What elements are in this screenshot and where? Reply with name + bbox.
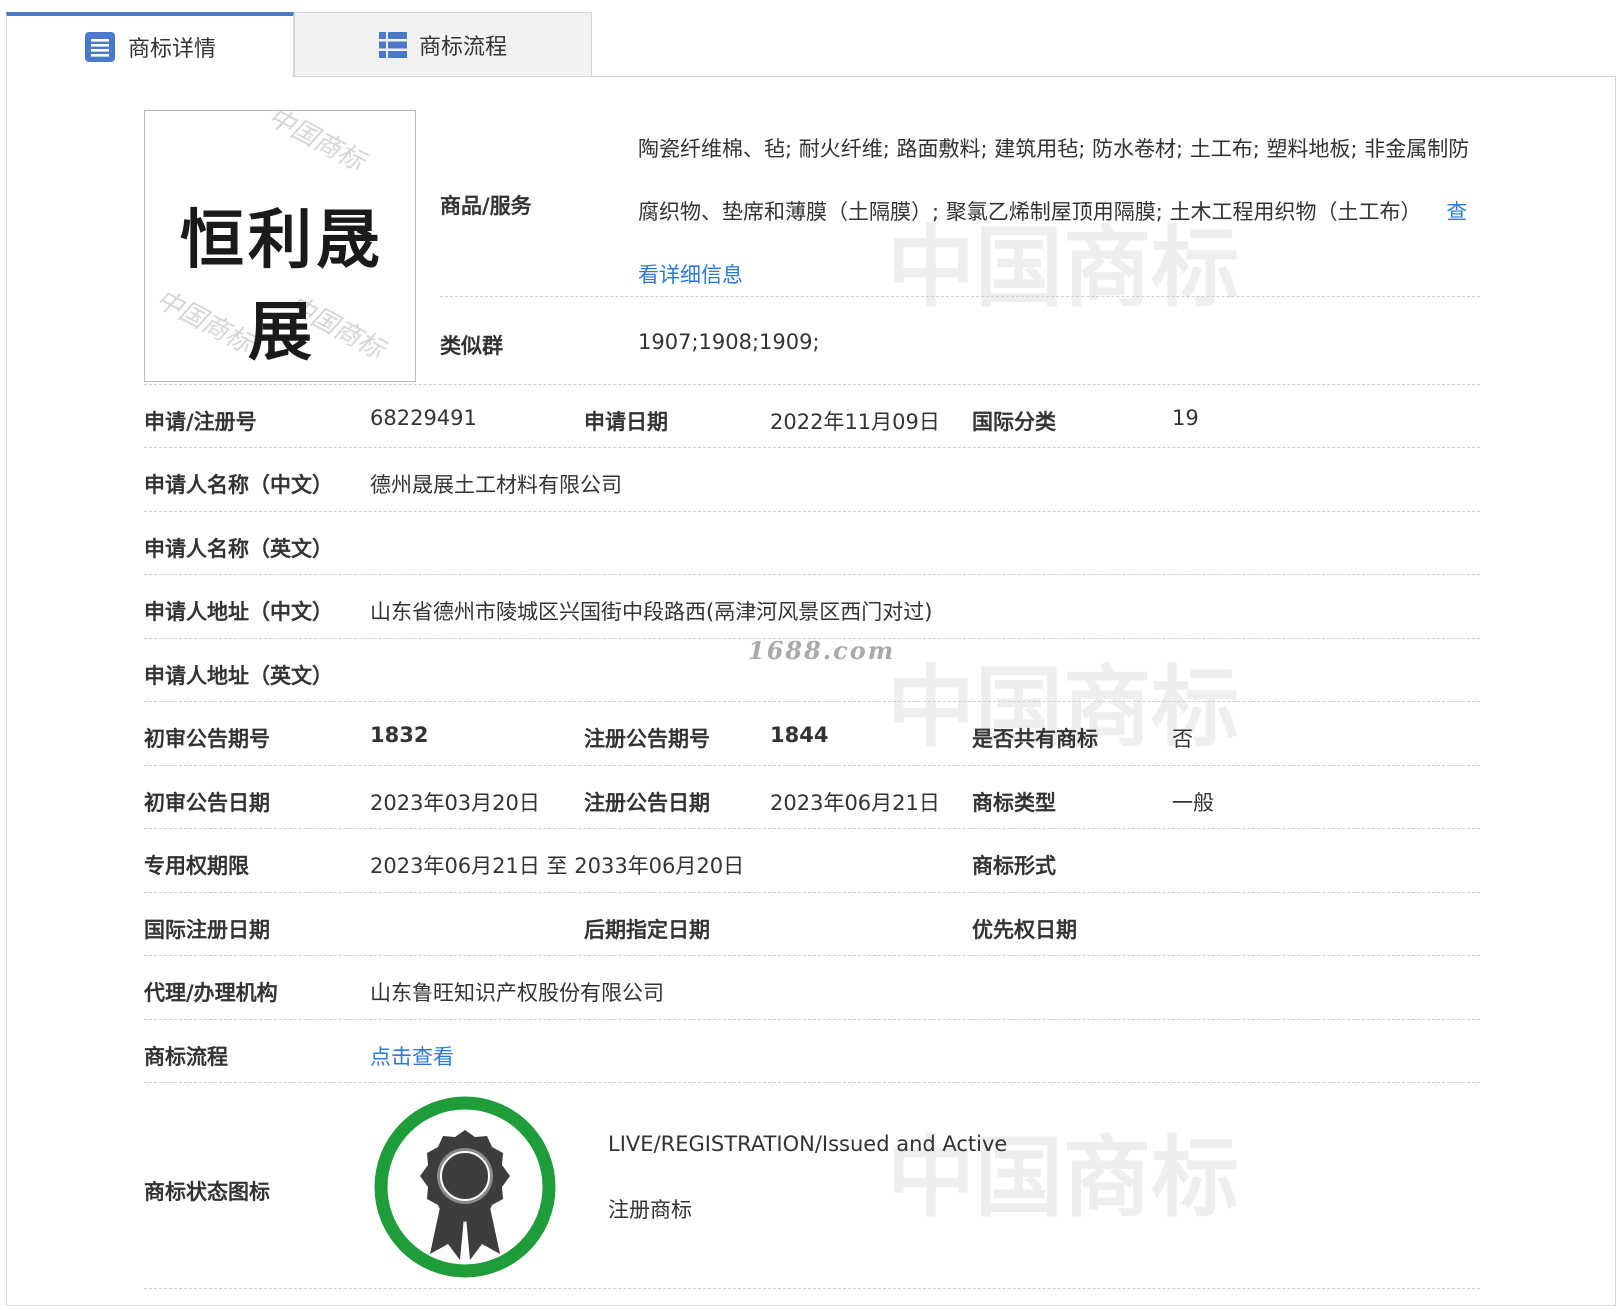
priority-date-label: 优先权日期	[972, 918, 1077, 942]
prelim-issue-label: 初审公告期号	[144, 727, 270, 751]
reg-date-label: 注册公告日期	[584, 791, 710, 815]
goods-services-label: 商品/服务	[440, 194, 532, 218]
logo-watermark: 中国商标	[262, 110, 369, 178]
address-cn-label: 申请人地址（中文）	[144, 600, 333, 624]
trademark-logo: 中国商标 中国商标 中国商标 恒利晟展	[144, 110, 416, 382]
intl-reg-date-label: 国际注册日期	[144, 918, 270, 942]
divider	[144, 384, 1480, 385]
goods-services-value: 陶瓷纤维棉、毡; 耐火纤维; 路面敷料; 建筑用毡; 防水卷材; 土工布; 塑料…	[638, 118, 1478, 307]
similar-group-label: 类似群	[440, 334, 503, 358]
reg-issue-label: 注册公告期号	[584, 727, 710, 751]
divider	[440, 296, 1480, 297]
grid-list-icon	[378, 31, 407, 59]
divider	[144, 447, 1480, 448]
tm-type-value: 一般	[1172, 791, 1214, 815]
prelim-date-label: 初审公告日期	[144, 791, 270, 815]
divider	[144, 892, 1480, 893]
applicant-cn-value: 德州晟展土工材料有限公司	[370, 473, 622, 497]
later-date-label: 后期指定日期	[584, 918, 710, 942]
tab-trademark-detail[interactable]: 商标详情	[6, 12, 294, 78]
applicant-en-label: 申请人名称（英文）	[144, 537, 333, 561]
divider	[144, 701, 1480, 702]
status-line-cn: 注册商标	[608, 1198, 692, 1222]
status-icon-label: 商标状态图标	[144, 1180, 270, 1204]
tab-trademark-flow-label: 商标流程	[418, 34, 507, 60]
divider	[144, 1082, 1480, 1083]
tab-trademark-detail-label: 商标详情	[127, 37, 216, 62]
intl-class-value: 19	[1172, 406, 1199, 430]
goods-services-text: 陶瓷纤维棉、毡; 耐火纤维; 路面敷料; 建筑用毡; 防水卷材; 土工布; 塑料…	[638, 137, 1470, 224]
term-label: 专用权期限	[144, 854, 249, 878]
reg-no-label: 申请/注册号	[144, 410, 257, 434]
prelim-date-value: 2023年03月20日	[370, 791, 540, 815]
term-value: 2023年06月21日 至 2033年06月20日	[370, 854, 745, 878]
reg-date-value: 2023年06月21日	[770, 791, 940, 815]
reg-no-value: 68229491	[370, 406, 477, 430]
address-cn-value: 山东省德州市陵城区兴国街中段路西(鬲津河风景区西门对过)	[370, 600, 933, 624]
prelim-issue-value: 1832	[370, 723, 429, 747]
intl-class-label: 国际分类	[972, 410, 1056, 434]
divider	[144, 511, 1480, 512]
divider	[144, 574, 1480, 575]
award-ribbon-icon	[372, 1094, 558, 1280]
trademark-logo-text: 恒利晟展	[180, 203, 384, 370]
applicant-cn-label: 申请人名称（中文）	[144, 473, 333, 497]
shared-value: 否	[1172, 727, 1193, 751]
document-list-icon	[84, 31, 116, 63]
tab-trademark-flow[interactable]: 商标流程	[294, 12, 592, 76]
tm-type-label: 商标类型	[972, 791, 1056, 815]
reg-issue-value: 1844	[770, 723, 829, 747]
divider	[144, 1288, 1480, 1289]
tab-bar: 商标详情 商标流程	[6, 12, 592, 78]
site-watermark: 1688.com	[748, 636, 896, 665]
divider	[144, 955, 1480, 956]
agent-value: 山东鲁旺知识产权股份有限公司	[370, 981, 664, 1005]
flow-label: 商标流程	[144, 1045, 228, 1069]
background-watermark: 中国商标	[887, 1126, 1240, 1229]
similar-group-value: 1907;1908;1909;	[638, 330, 820, 354]
status-line-en: LIVE/REGISTRATION/Issued and Active	[608, 1132, 1008, 1156]
address-en-label: 申请人地址（英文）	[144, 664, 333, 688]
tm-form-label: 商标形式	[972, 854, 1056, 878]
agent-label: 代理/办理机构	[144, 981, 278, 1005]
divider	[144, 765, 1480, 766]
view-flow-link[interactable]: 点击查看	[370, 1041, 454, 1071]
apply-date-value: 2022年11月09日	[770, 410, 940, 434]
shared-label: 是否共有商标	[972, 727, 1098, 751]
divider	[144, 828, 1480, 829]
divider	[144, 1019, 1480, 1020]
apply-date-label: 申请日期	[584, 410, 668, 434]
